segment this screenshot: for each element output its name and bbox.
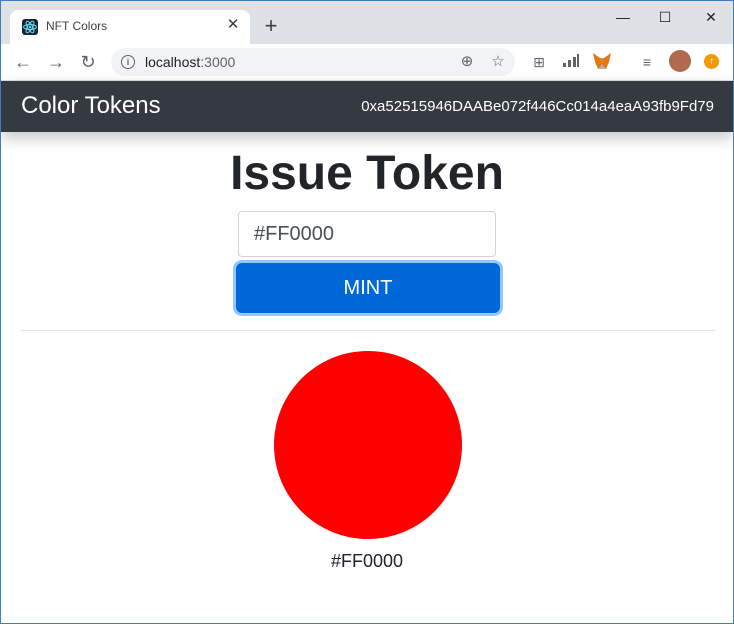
window-close-icon[interactable]: ✕ <box>697 7 725 27</box>
zoom-icon[interactable]: ⊕ <box>457 52 477 72</box>
address-bar[interactable]: i localhost:3000 ⊕ ☆ <box>111 48 515 76</box>
update-icon[interactable]: ↑ <box>704 54 719 69</box>
page-title: Issue Token <box>230 147 504 200</box>
minimize-icon[interactable]: — <box>609 7 637 27</box>
url-text: localhost:3000 <box>145 54 235 70</box>
info-icon[interactable]: i <box>121 55 135 69</box>
tab-title: NFT Colors <box>46 19 108 33</box>
browser-toolbar: ← → ↻ i localhost:3000 ⊕ ☆ ⊞ ≡ <box>1 44 733 81</box>
brand-title[interactable]: Color Tokens <box>21 92 161 120</box>
new-tab-button[interactable]: + <box>259 15 283 39</box>
forward-arrow-icon[interactable]: → <box>44 50 68 74</box>
react-icon <box>22 19 38 35</box>
maximize-icon[interactable]: ☐ <box>651 7 679 27</box>
main-content: Issue Token MINT #FF0000 <box>1 132 733 623</box>
close-icon[interactable]: ✕ <box>224 16 242 34</box>
metamask-fox-icon[interactable] <box>592 52 612 72</box>
account-address: 0xa52515946DAABe072f446Cc014a4eaA93fb9Fd… <box>361 98 714 115</box>
signal-bars-icon[interactable] <box>561 52 581 72</box>
back-arrow-icon[interactable]: ← <box>11 50 35 74</box>
tab-strip: NFT Colors ✕ + — ☐ ✕ <box>1 1 733 44</box>
avatar[interactable] <box>669 50 691 72</box>
browser-tab[interactable]: NFT Colors ✕ <box>10 10 250 44</box>
token-label: #FF0000 <box>330 551 404 571</box>
app-navbar: Color Tokens 0xa52515946DAABe072f446Cc01… <box>1 81 733 132</box>
mint-button[interactable]: MINT <box>236 263 500 313</box>
browser-window: NFT Colors ✕ + — ☐ ✕ ← → ↻ i localhost:3… <box>0 0 734 624</box>
divider <box>21 330 715 331</box>
media-queue-icon[interactable]: ≡ <box>637 52 657 72</box>
url-port: :3000 <box>200 54 236 70</box>
reload-icon[interactable]: ↻ <box>76 50 100 74</box>
color-input[interactable] <box>238 211 496 257</box>
token-color-swatch <box>274 351 462 539</box>
extensions-grid-icon[interactable]: ⊞ <box>529 52 549 72</box>
bookmark-star-icon[interactable]: ☆ <box>488 52 508 72</box>
url-host: localhost <box>145 54 201 70</box>
